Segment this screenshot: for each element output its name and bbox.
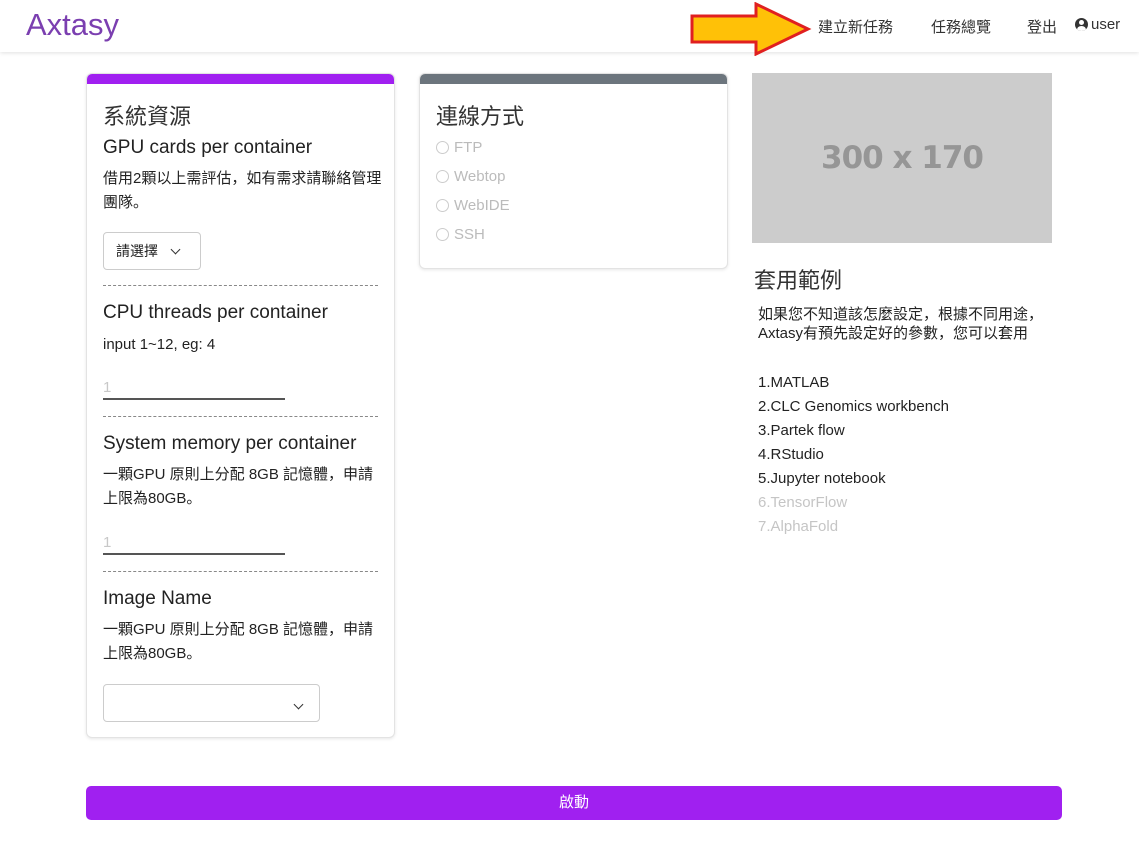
brand-logo[interactable]: Axtasy [26, 7, 119, 43]
top-navbar: Axtasy 建立新任務 任務總覽 登出 user [0, 0, 1139, 56]
nav-logout[interactable]: 登出 [1027, 16, 1057, 37]
image-desc: 一顆GPU 原則上分配 8GB 記憶體，申請上限為80GB。 [103, 621, 374, 662]
gpu-select[interactable]: 請選擇 [103, 232, 201, 270]
examples-title: 套用範例 [754, 268, 843, 293]
image-title: Image Name [103, 588, 212, 609]
user-circle-icon [1075, 18, 1088, 31]
memory-desc: 一顆GPU 原則上分配 8GB 記憶體，申請上限為80GB。 [103, 466, 374, 507]
connection-card: 連線方式 FTP Webtop WebIDE SSH [419, 73, 728, 269]
cpu-title: CPU threads per container [103, 302, 328, 323]
cpu-threads-input[interactable] [103, 370, 285, 400]
nav-create-task[interactable]: 建立新任務 [818, 16, 893, 37]
example-item-clc[interactable]: 2.CLC Genomics workbench [758, 395, 949, 419]
radio-circle-icon [436, 199, 449, 212]
resources-title: 系統資源 [103, 104, 192, 129]
image-name-select[interactable] [103, 684, 320, 722]
cpu-desc: input 1~12, eg: 4 [103, 336, 216, 353]
nav-user-menu[interactable]: user [1075, 16, 1120, 33]
radio-circle-icon [436, 170, 449, 183]
gpu-title: GPU cards per container [103, 137, 313, 158]
memory-input[interactable] [103, 525, 285, 555]
radio-label: WebIDE [454, 197, 510, 214]
example-placeholder-image: 300 x 170 [752, 73, 1052, 243]
nav-task-overview[interactable]: 任務總覽 [931, 16, 991, 37]
radio-label: FTP [454, 139, 483, 156]
example-item-partek[interactable]: 3.Partek flow [758, 419, 949, 443]
section-divider [103, 416, 378, 417]
radio-label: Webtop [454, 168, 506, 185]
chevron-down-icon [293, 699, 304, 710]
gpu-select-label: 請選擇 [116, 243, 158, 259]
start-button[interactable]: 啟動 [86, 786, 1062, 820]
radio-ftp[interactable]: FTP [436, 139, 482, 156]
radio-circle-icon [436, 228, 449, 241]
radio-webtop[interactable]: Webtop [436, 168, 505, 185]
connection-card-accent [420, 74, 727, 84]
resources-card-accent [87, 74, 394, 84]
nav-user-label: user [1091, 16, 1121, 33]
examples-desc: 如果您不知道該怎麼設定，根據不同用途， Axtasy有預先設定好的參數，您可以套… [758, 306, 1044, 342]
section-divider [103, 571, 378, 572]
radio-circle-icon [436, 141, 449, 154]
memory-title: System memory per container [103, 433, 357, 454]
chevron-down-icon [170, 244, 181, 254]
examples-list: 1.MATLAB 2.CLC Genomics workbench 3.Part… [758, 371, 949, 539]
example-item-jupyter[interactable]: 5.Jupyter notebook [758, 467, 949, 491]
radio-ssh[interactable]: SSH [436, 226, 485, 243]
example-item-rstudio[interactable]: 4.RStudio [758, 443, 949, 467]
example-item-matlab[interactable]: 1.MATLAB [758, 371, 949, 395]
radio-label: SSH [454, 226, 485, 243]
example-item-tensorflow: 6.TensorFlow [758, 494, 848, 511]
connection-title: 連線方式 [436, 104, 525, 129]
example-item-alphafold: 7.AlphaFold [758, 518, 839, 535]
gpu-desc: 借用2顆以上需評估，如有需求請聯絡管理團隊。 [103, 170, 382, 211]
section-divider [103, 285, 378, 286]
annotation-arrow-icon [690, 2, 812, 56]
resources-card: 系統資源 GPU cards per container 借用2顆以上需評估，如… [86, 73, 395, 738]
radio-webide[interactable]: WebIDE [436, 197, 510, 214]
